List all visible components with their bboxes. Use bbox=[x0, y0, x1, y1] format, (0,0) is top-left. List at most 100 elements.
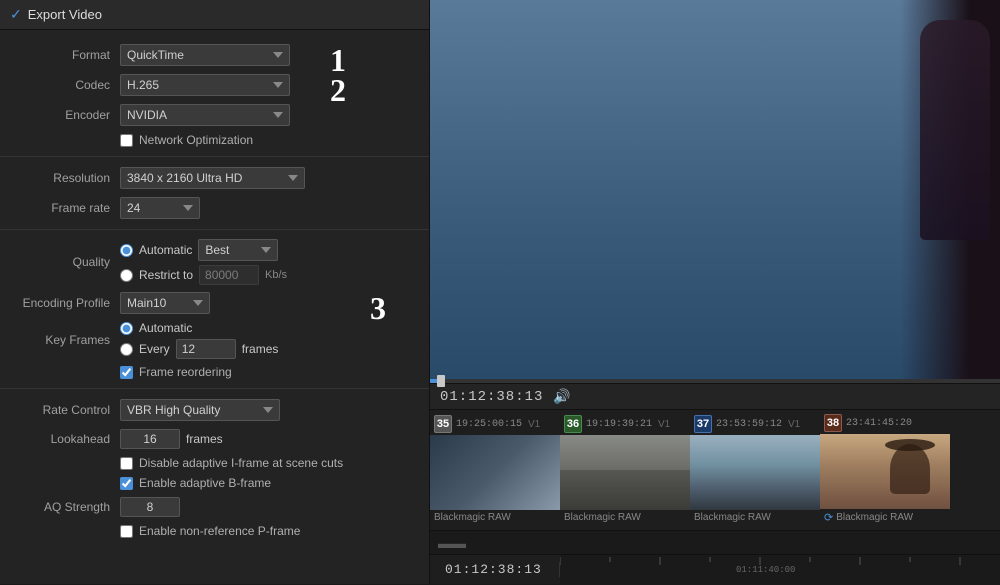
enable-adaptive-bframe-row: Enable adaptive B-frame bbox=[0, 473, 429, 493]
resolution-row: Resolution 3840 x 2160 Ultra HD 1920 x 1… bbox=[0, 163, 429, 193]
enable-nonref-pframe-label: Enable non-reference P-frame bbox=[139, 524, 300, 538]
timeline-controls: 01:12:38:13 🔊 bbox=[430, 383, 1000, 409]
encoding-profile-select[interactable]: Main10 Main High bbox=[120, 292, 210, 314]
keyframes-value-input[interactable] bbox=[176, 339, 236, 359]
quality-preset-select[interactable]: Best High Medium Low bbox=[198, 239, 278, 261]
clip-label-38: ⟳ Blackmagic RAW bbox=[820, 509, 950, 526]
disable-adaptive-iframe-checkbox[interactable] bbox=[120, 457, 133, 470]
clip-thumb-38[interactable] bbox=[820, 434, 950, 509]
codec-label: Codec bbox=[10, 78, 120, 92]
format-row: Format QuickTime MP4 MKV bbox=[0, 40, 429, 70]
keyframes-options: Automatic Every frames bbox=[120, 321, 278, 359]
keyframes-every-label: Every bbox=[139, 342, 170, 356]
quality-restrict-radio[interactable] bbox=[120, 269, 133, 282]
filmstrip-bar: ▬▬ bbox=[430, 530, 1000, 554]
keyframes-every-row: Every frames bbox=[120, 339, 278, 359]
keyframes-every-radio[interactable] bbox=[120, 343, 133, 356]
timeline-ruler[interactable]: 01:11:40:00 bbox=[560, 555, 1000, 585]
codec-select[interactable]: H.265 H.264 ProRes bbox=[120, 74, 290, 96]
encoder-control: NVIDIA Software AMD bbox=[120, 104, 419, 126]
encoder-select[interactable]: NVIDIA Software AMD bbox=[120, 104, 290, 126]
framerate-row: Frame rate 24 25 30 50 60 bbox=[0, 193, 429, 223]
quality-automatic-radio[interactable] bbox=[120, 244, 133, 257]
clip-label-37: Blackmagic RAW bbox=[690, 510, 820, 525]
filmstrip-icon: ▬▬ bbox=[438, 535, 466, 551]
encoder-label: Encoder bbox=[10, 108, 120, 122]
framerate-label: Frame rate bbox=[10, 201, 120, 215]
enable-adaptive-bframe-checkbox[interactable] bbox=[120, 477, 133, 490]
rate-control-control: VBR High Quality CBR CRF bbox=[120, 399, 419, 421]
resolution-label: Resolution bbox=[10, 171, 120, 185]
enable-nonref-pframe-checkbox[interactable] bbox=[120, 525, 133, 538]
kbs-label: Kb/s bbox=[265, 269, 287, 281]
aq-strength-row: AQ Strength bbox=[0, 493, 429, 521]
clip-header-36: 36 19:19:39:21 V1 bbox=[560, 415, 690, 435]
enable-nonref-pframe-row: Enable non-reference P-frame bbox=[0, 521, 429, 541]
lookahead-label: Lookahead bbox=[10, 432, 120, 446]
clip-timecode-37: 23:53:59:12 bbox=[716, 419, 782, 430]
frame-reordering-label: Frame reordering bbox=[139, 365, 232, 379]
bottom-timecode-bar: 01:12:38:13 01:11:40:00 bbox=[430, 554, 1000, 584]
disable-adaptive-iframe-row: Disable adaptive I-frame at scene cuts bbox=[0, 453, 429, 473]
keyframes-automatic-row: Automatic bbox=[120, 321, 278, 335]
network-optimization-label: Network Optimization bbox=[139, 133, 253, 147]
ruler-svg bbox=[560, 557, 1000, 585]
clips-row: 35 19:25:00:15 V1 Blackmagic RAW 36 19:1… bbox=[430, 409, 1000, 530]
quality-automatic-row: Automatic Best High Medium Low bbox=[120, 239, 287, 261]
progress-bar[interactable] bbox=[430, 379, 1000, 383]
resolution-select[interactable]: 3840 x 2160 Ultra HD 1920 x 1080 HD 1280… bbox=[120, 167, 305, 189]
left-panel: ✓ Export Video Format QuickTime MP4 MKV … bbox=[0, 0, 430, 584]
clip-header-37: 37 23:53:59:12 V1 bbox=[690, 415, 820, 435]
form-area: Format QuickTime MP4 MKV Codec H.265 H.2… bbox=[0, 30, 429, 551]
clip-thumb-35[interactable] bbox=[430, 435, 560, 510]
keyframes-automatic-label: Automatic bbox=[139, 321, 192, 335]
clip-label-35: Blackmagic RAW bbox=[430, 510, 560, 525]
lookahead-row: Lookahead frames bbox=[0, 425, 429, 453]
frame-reordering-checkbox[interactable] bbox=[120, 366, 133, 379]
quality-row: Quality Automatic Best High Medium Low R… bbox=[0, 236, 429, 288]
clip-name-35: Blackmagic RAW bbox=[434, 512, 511, 523]
clip-badge-35: 35 bbox=[434, 415, 452, 433]
check-icon: ✓ bbox=[10, 6, 22, 23]
lookahead-control: frames bbox=[120, 429, 419, 449]
clip-vlabel-36: V1 bbox=[658, 419, 670, 430]
clip-item-38: 38 23:41:45:20 ⟳ Blackmagic RAW bbox=[820, 414, 950, 526]
clip-item-36: 36 19:19:39:21 V1 Blackmagic RAW bbox=[560, 415, 690, 525]
format-select[interactable]: QuickTime MP4 MKV bbox=[120, 44, 290, 66]
quality-restrict-row: Restrict to Kb/s bbox=[120, 265, 287, 285]
rate-control-select[interactable]: VBR High Quality CBR CRF bbox=[120, 399, 280, 421]
lookahead-input[interactable] bbox=[120, 429, 180, 449]
clip-badge-38: 38 bbox=[824, 414, 842, 432]
bottom-timecode: 01:12:38:13 bbox=[430, 562, 560, 577]
clip-thumb-37[interactable] bbox=[690, 435, 820, 510]
keyframes-automatic-radio[interactable] bbox=[120, 322, 133, 335]
clip-timecode-38: 23:41:45:20 bbox=[846, 418, 912, 429]
audio-icon[interactable]: 🔊 bbox=[553, 388, 570, 405]
clip-header-38: 38 23:41:45:20 bbox=[820, 414, 950, 434]
network-optimization-row: Network Optimization bbox=[0, 130, 429, 150]
network-optimization-checkbox[interactable] bbox=[120, 134, 133, 147]
quality-options: Automatic Best High Medium Low Restrict … bbox=[120, 239, 287, 285]
disable-adaptive-iframe-label: Disable adaptive I-frame at scene cuts bbox=[139, 456, 343, 470]
lookahead-frames-label: frames bbox=[186, 432, 223, 446]
framerate-select[interactable]: 24 25 30 50 60 bbox=[120, 197, 200, 219]
aq-strength-input[interactable] bbox=[120, 497, 180, 517]
format-label: Format bbox=[10, 48, 120, 62]
encoder-row: Encoder NVIDIA Software AMD bbox=[0, 100, 429, 130]
clip-item-37: 37 23:53:59:12 V1 Blackmagic RAW bbox=[690, 415, 820, 525]
keyframes-frames-label: frames bbox=[242, 342, 279, 356]
quality-restrict-input[interactable] bbox=[199, 265, 259, 285]
progress-handle[interactable] bbox=[437, 375, 445, 387]
clip-name-38: Blackmagic RAW bbox=[836, 512, 913, 523]
quality-label: Quality bbox=[10, 255, 120, 269]
encoding-profile-row: Encoding Profile Main10 Main High bbox=[0, 288, 429, 318]
clip-timecode-35: 19:25:00:15 bbox=[456, 419, 522, 430]
rate-control-label: Rate Control bbox=[10, 403, 120, 417]
clip-thumb-36[interactable] bbox=[560, 435, 690, 510]
codec-row: Codec H.265 H.264 ProRes bbox=[0, 70, 429, 100]
current-timecode: 01:12:38:13 bbox=[440, 389, 543, 405]
clip-vlabel-35: V1 bbox=[528, 419, 540, 430]
rate-control-row: Rate Control VBR High Quality CBR CRF bbox=[0, 395, 429, 425]
clip-badge-36: 36 bbox=[564, 415, 582, 433]
keyframes-label: Key Frames bbox=[10, 333, 120, 347]
